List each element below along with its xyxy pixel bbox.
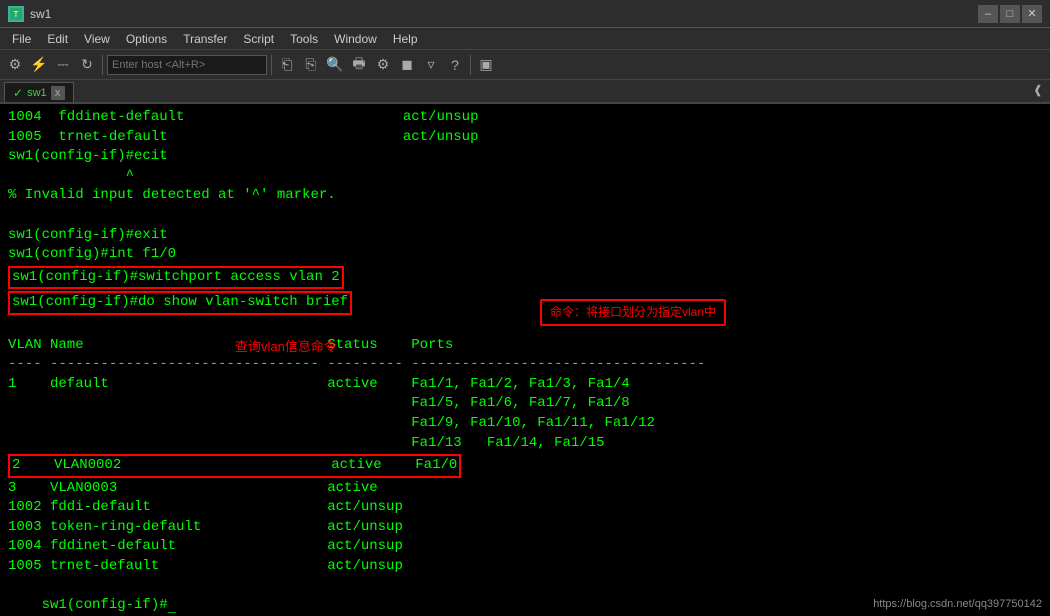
tab-close-button[interactable]: x (51, 86, 65, 100)
terminal-vlan-1005: 1005 trnet-default act/unsup (8, 557, 1042, 577)
terminal-vlan-1004: 1004 fddinet-default act/unsup (8, 537, 1042, 557)
menu-file[interactable]: File (4, 30, 39, 48)
terminal-vlan-sep: ---- -------------------------------- --… (8, 355, 1042, 375)
toolbar-settings[interactable]: ⚙ (372, 54, 394, 76)
menu-window[interactable]: Window (326, 30, 385, 48)
maximize-button[interactable]: □ (1000, 5, 1020, 23)
menu-help[interactable]: Help (385, 30, 426, 48)
toolbar-monitor[interactable]: ◼ (396, 54, 418, 76)
terminal-line-5 (8, 206, 1042, 226)
tab-check-icon: ✓ (13, 86, 23, 100)
terminal-vlan-1003: 1003 token-ring-default act/unsup (8, 518, 1042, 538)
terminal-line-3: ^ (8, 167, 1042, 187)
close-button[interactable]: ✕ (1022, 5, 1042, 23)
title-bar: T sw1 – □ ✕ (0, 0, 1050, 28)
toolbar-new[interactable]: ⚙ (4, 54, 26, 76)
terminal-line-7: sw1(config)#int f1/0 (8, 245, 1042, 265)
tab-label: sw1 (27, 87, 47, 99)
annotation-vlan-command: 命令：将接口划分为指定vlan中 (540, 299, 726, 326)
toolbar-filter[interactable]: ▿ (420, 54, 442, 76)
terminal-vlan-2: 2 VLAN0002 active Fa1/0 (12, 457, 457, 473)
toolbar-paste[interactable]: ⎘ (300, 54, 322, 76)
toolbar-refresh[interactable]: ↻ (76, 54, 98, 76)
terminal-line-1: 1005 trnet-default act/unsup (8, 128, 1042, 148)
terminal-vlan-1b: Fa1/5, Fa1/6, Fa1/7, Fa1/8 (8, 394, 1042, 414)
menu-bar: File Edit View Options Transfer Script T… (0, 28, 1050, 50)
terminal-blank (8, 316, 1042, 336)
menu-transfer[interactable]: Transfer (175, 30, 235, 48)
terminal-line-6: sw1(config-if)#exit (8, 226, 1042, 246)
terminal-vlan-1a: 1 default active Fa1/1, Fa1/2, Fa1/3, Fa… (8, 375, 1042, 395)
collapse-icon[interactable]: ❰ (1034, 83, 1046, 100)
separator-1 (102, 55, 103, 75)
toolbar-image[interactable]: ▣ (475, 54, 497, 76)
toolbar: ⚙ ⚡ ⎓ ↻ ⎗ ⎘ 🔍 🖶 ⚙ ◼ ▿ ? ▣ (0, 50, 1050, 80)
terminal[interactable]: 1004 fddinet-default act/unsup 1005 trne… (0, 104, 1050, 616)
separator-3 (470, 55, 471, 75)
toolbar-copy[interactable]: ⎓ (52, 54, 74, 76)
terminal-line-4: % Invalid input detected at '^' marker. (8, 186, 1042, 206)
terminal-vlan-1c: Fa1/9, Fa1/10, Fa1/11, Fa1/12 (8, 414, 1042, 434)
terminal-line-9: sw1(config-if)#do show vlan-switch brief (12, 294, 348, 310)
menu-edit[interactable]: Edit (39, 30, 76, 48)
toolbar-print[interactable]: 🖶 (348, 54, 370, 76)
host-input[interactable] (107, 55, 267, 75)
menu-view[interactable]: View (76, 30, 118, 48)
terminal-line-2: sw1(config-if)#ecit (8, 147, 1042, 167)
minimize-button[interactable]: – (978, 5, 998, 23)
app-icon: T (8, 6, 24, 22)
toolbar-copy2[interactable]: ⎗ (276, 54, 298, 76)
terminal-vlan-1002: 1002 fddi-default act/unsup (8, 498, 1042, 518)
toolbar-help[interactable]: ? (444, 54, 466, 76)
url-watermark: https://blog.csdn.net/qq397750142 (873, 597, 1042, 612)
window-controls[interactable]: – □ ✕ (978, 5, 1042, 23)
toolbar-find[interactable]: 🔍 (324, 54, 346, 76)
menu-script[interactable]: Script (235, 30, 282, 48)
menu-options[interactable]: Options (118, 30, 175, 48)
tab-sw1[interactable]: ✓ sw1 x (4, 82, 74, 102)
terminal-line-0: 1004 fddinet-default act/unsup (8, 108, 1042, 128)
terminal-vlan-3: 3 VLAN0003 active (8, 479, 1042, 499)
separator-2 (271, 55, 272, 75)
terminal-line-8: sw1(config-if)#switchport access vlan 2 (12, 269, 340, 285)
window-title: sw1 (30, 7, 978, 21)
tab-bar: ✓ sw1 x ❰ (0, 80, 1050, 104)
toolbar-lightning[interactable]: ⚡ (28, 54, 50, 76)
terminal-vlan-1d: Fa1/13 Fa1/14, Fa1/15 (8, 434, 1042, 454)
svg-text:T: T (14, 10, 19, 19)
menu-tools[interactable]: Tools (282, 30, 326, 48)
terminal-vlan-header: VLAN Name Status Ports (8, 336, 1042, 356)
annotation-query-command: 查询vlan信息命令 (235, 338, 337, 356)
